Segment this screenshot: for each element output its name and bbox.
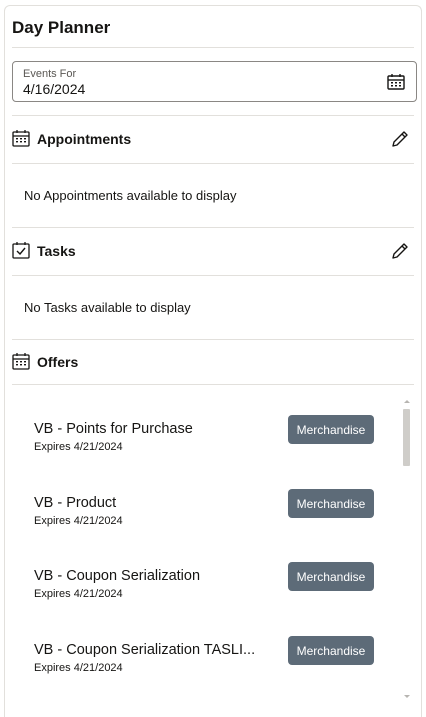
appointments-header: Appointments: [12, 127, 414, 151]
page-title: Day Planner: [12, 18, 111, 37]
merchandise-button[interactable]: Merchandise: [288, 562, 374, 591]
appointments-title: Appointments: [37, 131, 132, 147]
tasks-header: Tasks: [12, 239, 414, 263]
offer-expiry: Expires 4/21/2024: [34, 441, 123, 453]
offers-list[interactable]: VB - Points for Purchase Expires 4/21/20…: [7, 396, 412, 701]
calendar-icon: [12, 129, 30, 147]
pencil-icon[interactable]: [390, 241, 410, 261]
divider: [12, 163, 414, 164]
offers-header: Offers: [12, 350, 414, 374]
offer-name: VB - Product: [34, 495, 117, 511]
merchandise-button[interactable]: Merchandise: [288, 636, 374, 665]
list-item[interactable]: VB - Coupon Serialization Expires 4/21/2…: [7, 562, 412, 628]
list-item[interactable]: VB - Points for Purchase Expires 4/21/20…: [7, 415, 412, 481]
tasks-empty-message: No Tasks available to display: [24, 300, 191, 315]
offer-expiry: Expires 4/21/2024: [34, 662, 123, 674]
offer-name: VB - Coupon Serialization: [34, 568, 201, 584]
tasks-title: Tasks: [37, 243, 76, 259]
divider: [12, 339, 414, 340]
divider: [12, 275, 414, 276]
list-item[interactable]: VB - Product Expires 4/21/2024 Merchandi…: [7, 489, 412, 555]
merchandise-button[interactable]: Merchandise: [288, 415, 374, 444]
divider: [12, 47, 414, 48]
calendar-icon[interactable]: [386, 72, 406, 92]
calendar-icon: [12, 352, 30, 370]
merchandise-button[interactable]: Merchandise: [288, 489, 374, 518]
events-for-date-field[interactable]: Events For 4/16/2024: [12, 61, 417, 102]
events-for-value[interactable]: 4/16/2024: [23, 81, 85, 97]
divider: [12, 227, 414, 228]
pencil-icon[interactable]: [390, 129, 410, 149]
offers-title: Offers: [37, 354, 79, 370]
offer-expiry: Expires 4/21/2024: [34, 588, 123, 600]
offers-scrollbar[interactable]: [403, 400, 411, 700]
offer-expiry: Expires 4/21/2024: [34, 515, 123, 527]
scroll-down-arrow-icon[interactable]: [404, 695, 410, 698]
scroll-up-arrow-icon[interactable]: [404, 400, 410, 403]
divider: [12, 115, 414, 116]
offer-name: VB - Points for Purchase: [34, 421, 193, 437]
divider: [12, 384, 414, 385]
scrollbar-thumb[interactable]: [403, 409, 410, 466]
calendar-check-icon: [12, 241, 30, 259]
list-item[interactable]: VB - Coupon Serialization TASLI... Expir…: [7, 636, 412, 701]
events-for-label: Events For: [23, 68, 77, 80]
appointments-empty-message: No Appointments available to display: [24, 188, 237, 203]
offer-name: VB - Coupon Serialization TASLI...: [34, 642, 256, 658]
